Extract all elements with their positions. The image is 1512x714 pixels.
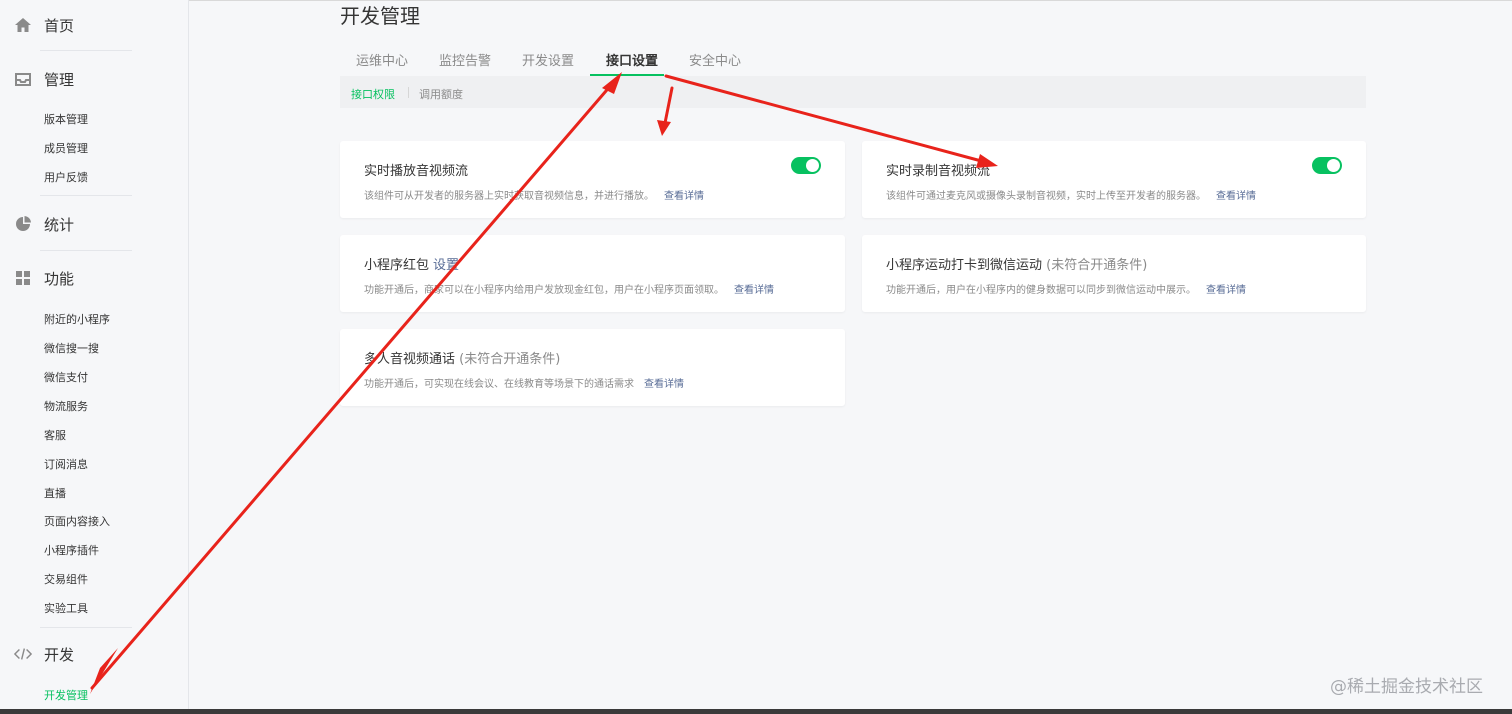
card-title-text: 多人音视频通话 <box>364 352 456 367</box>
sidebar-item-lab[interactable]: 实验工具 <box>44 600 88 616</box>
sidebar-item-features[interactable]: 功能 <box>0 266 188 290</box>
card-desc-text: 功能开通后，用户在小程序内的健身数据可以同步到微信运动中展示。 <box>886 285 1196 296</box>
card-title: 小程序红包 设置 <box>364 254 459 273</box>
grid-icon <box>14 269 32 287</box>
card-desc: 功能开通后，用户在小程序内的健身数据可以同步到微信运动中展示。 查看详情 <box>886 281 1246 296</box>
card-desc-text: 功能开通后，可实现在线会议、在线教育等场景下的通话需求 <box>364 379 634 390</box>
card-desc: 功能开通后，商家可以在小程序内给用户发放现金红包，用户在小程序页面领取。 查看详情 <box>364 281 774 296</box>
tab-monitor[interactable]: 监控告警 <box>439 50 491 69</box>
divider <box>40 195 132 196</box>
sidebar-item-search[interactable]: 微信搜一搜 <box>44 340 99 356</box>
sidebar-item-dev[interactable]: 开发 <box>0 642 188 666</box>
card-title: 小程序运动打卡到微信运动 (未符合开通条件) <box>886 254 1147 273</box>
view-details-link[interactable]: 查看详情 <box>1206 285 1246 296</box>
sidebar-item-subscribe[interactable]: 订阅消息 <box>44 456 88 472</box>
divider <box>40 627 132 628</box>
subtab-quota[interactable]: 调用额度 <box>419 86 463 102</box>
divider <box>40 50 132 51</box>
home-icon <box>14 16 32 34</box>
card-desc-text: 该组件可通过麦克风或摄像头录制音视频，实时上传至开发者的服务器。 <box>886 191 1206 202</box>
card-desc-text: 功能开通后，商家可以在小程序内给用户发放现金红包，用户在小程序页面领取。 <box>364 285 724 296</box>
arrowhead-icon <box>657 120 671 136</box>
api-card: 实时录制音视频流 该组件可通过麦克风或摄像头录制音视频，实时上传至开发者的服务器… <box>862 141 1366 218</box>
card-title: 多人音视频通话 (未符合开通条件) <box>364 348 560 367</box>
sidebar-item-pay[interactable]: 微信支付 <box>44 369 88 385</box>
api-card: 小程序红包 设置 功能开通后，商家可以在小程序内给用户发放现金红包，用户在小程序页… <box>340 235 845 312</box>
divider <box>40 250 132 251</box>
sidebar-item-service[interactable]: 客服 <box>44 427 66 443</box>
sidebar-item-dev-manage[interactable]: 开发管理 <box>44 687 88 703</box>
sidebar-dev-label: 开发 <box>44 645 75 664</box>
sidebar-item-manage[interactable]: 管理 <box>0 67 188 91</box>
setting-link[interactable]: 设置 <box>433 258 459 273</box>
view-details-link[interactable]: 查看详情 <box>734 285 774 296</box>
sidebar-item-home[interactable]: 首页 <box>0 13 188 37</box>
page-title: 开发管理 <box>340 4 420 28</box>
sidebar-item-feedback[interactable]: 用户反馈 <box>44 169 88 185</box>
sidebar-home-label: 首页 <box>44 16 75 35</box>
sidebar-manage-label: 管理 <box>44 70 75 89</box>
sidebar-item-nearby[interactable]: 附近的小程序 <box>44 311 110 327</box>
tab-dev-settings[interactable]: 开发设置 <box>522 50 574 69</box>
sidebar-item-plugin[interactable]: 小程序插件 <box>44 542 99 558</box>
card-desc: 功能开通后，可实现在线会议、在线教育等场景下的通话需求 查看详情 <box>364 375 684 390</box>
card-title-text: 小程序运动打卡到微信运动 <box>886 258 1043 273</box>
inbox-icon <box>14 70 32 88</box>
card-title: 实时播放音视频流 <box>364 164 469 179</box>
toggle-switch-on[interactable] <box>1312 157 1342 174</box>
view-details-link[interactable]: 查看详情 <box>664 191 704 202</box>
pie-chart-icon <box>14 215 32 233</box>
api-card: 实时播放音视频流 该组件可从开发者的服务器上实时获取音视频信息，并进行播放。 查看… <box>340 141 845 218</box>
sidebar-item-content[interactable]: 页面内容接入 <box>44 513 110 529</box>
sidebar: 首页 管理 版本管理 成员管理 用户反馈 统计 功能 附近的小程序 微信搜一搜 … <box>0 0 189 709</box>
code-icon <box>14 645 32 663</box>
subtab-api-permission[interactable]: 接口权限 <box>351 86 395 102</box>
sidebar-item-trade[interactable]: 交易组件 <box>44 571 88 587</box>
tab-api-settings[interactable]: 接口设置 <box>606 50 658 69</box>
api-card: 多人音视频通话 (未符合开通条件) 功能开通后，可实现在线会议、在线教育等场景下… <box>340 329 845 406</box>
sidebar-item-members[interactable]: 成员管理 <box>44 140 88 156</box>
subtab-bar: 接口权限 调用额度 <box>340 76 1366 108</box>
sidebar-item-live[interactable]: 直播 <box>44 485 66 501</box>
sidebar-item-stats[interactable]: 统计 <box>0 212 188 236</box>
sidebar-item-logistics[interactable]: 物流服务 <box>44 398 88 414</box>
bottom-border <box>0 709 1512 714</box>
subtab-divider <box>408 87 409 98</box>
view-details-link[interactable]: 查看详情 <box>644 379 684 390</box>
card-title-text: 小程序红包 <box>364 258 430 273</box>
sidebar-features-label: 功能 <box>44 269 75 288</box>
card-desc: 该组件可从开发者的服务器上实时获取音视频信息，并进行播放。 查看详情 <box>364 187 704 202</box>
sidebar-stats-label: 统计 <box>44 215 75 234</box>
sidebar-item-version[interactable]: 版本管理 <box>44 111 88 127</box>
card-desc: 该组件可通过麦克风或摄像头录制音视频，实时上传至开发者的服务器。 查看详情 <box>886 187 1256 202</box>
api-card: 小程序运动打卡到微信运动 (未符合开通条件) 功能开通后，用户在小程序内的健身数… <box>862 235 1366 312</box>
tab-ops[interactable]: 运维中心 <box>356 50 408 69</box>
ineligible-note: (未符合开通条件) <box>1046 258 1148 273</box>
toggle-switch-on[interactable] <box>791 157 821 174</box>
watermark: @稀土掘金技术社区 <box>1330 677 1483 697</box>
ineligible-note: (未符合开通条件) <box>459 352 561 367</box>
card-desc-text: 该组件可从开发者的服务器上实时获取音视频信息，并进行播放。 <box>364 191 654 202</box>
view-details-link[interactable]: 查看详情 <box>1216 191 1256 202</box>
card-title: 实时录制音视频流 <box>886 164 991 179</box>
tab-security[interactable]: 安全中心 <box>689 50 741 69</box>
